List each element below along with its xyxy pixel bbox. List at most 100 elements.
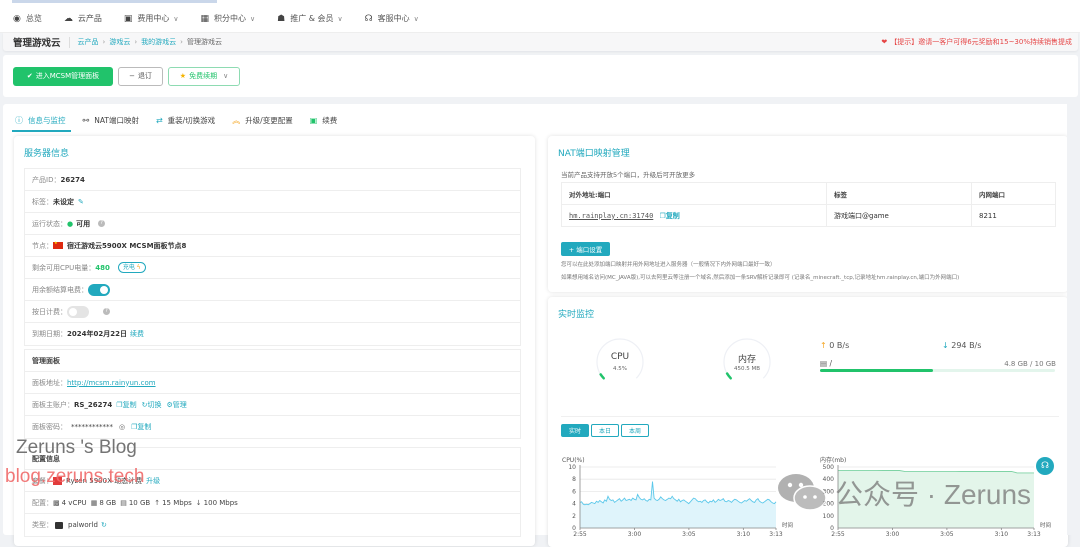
info-row-node: 节点： 宿迁游戏云5900X MCSM面板节点8 xyxy=(25,235,520,257)
chart-title: 内存(mb) xyxy=(820,456,846,464)
range-realtime-button[interactable]: 实时 xyxy=(561,424,589,437)
eye-icon[interactable]: ◎ xyxy=(119,423,125,431)
download-rate-value: 294 B/s xyxy=(951,341,982,350)
nav-label: 费用中心 xyxy=(137,14,170,23)
free-renew-button[interactable]: ★ 免费续期 ∨ xyxy=(168,66,240,86)
charge-label: 充电 xyxy=(122,264,135,271)
copy-label: 复制 xyxy=(137,423,152,431)
users-icon: ☗ xyxy=(277,13,286,24)
tab-nat-mapping[interactable]: ⚯ NAT端口映射 xyxy=(83,110,139,130)
breadcrumb-game-cloud[interactable]: 游戏云 xyxy=(109,37,130,47)
nav-item-support[interactable]: ☊ 客服中心 ∨ xyxy=(365,13,419,24)
heart-icon: ❤ xyxy=(881,38,888,46)
info-row-cpu-power: 剩余可用CPU电量： 480 充电 ϟ xyxy=(25,257,520,279)
nav-item-overview[interactable]: ◉ 总览 xyxy=(13,13,42,24)
nav-label: 积分中心 xyxy=(214,14,247,23)
nat-tag-cell: 游戏端口@game xyxy=(826,204,972,227)
info-row-balance-billing: 用余额结算电费： xyxy=(25,279,520,301)
port-settings-button[interactable]: + 端口设置 xyxy=(561,242,610,256)
unsubscribe-button[interactable]: − 退订 xyxy=(118,66,163,86)
nat-hint-2: 如果想用域名访问(MC_JAVA版),可以去阿里云等注册一个域名,然后添加一条S… xyxy=(561,275,960,281)
copy-address-button[interactable]: ❐复制 xyxy=(660,212,680,220)
nav-item-cloud-products[interactable]: ☁ 云产品 xyxy=(64,13,102,24)
breadcrumb-separator: › xyxy=(102,38,106,46)
panel-address-link[interactable]: http://mcsm.rainyun.com xyxy=(67,379,156,387)
china-flag-icon xyxy=(53,240,63,249)
nat-description: 当前产品支持开放5个端口，升级后可开放更多 xyxy=(561,171,696,179)
y-tick-label: 6 xyxy=(572,488,576,495)
expire-value: 2024年02月22日 xyxy=(67,330,127,338)
watermark-blog-name: Zeruns 's Blog xyxy=(16,437,137,458)
range-today-button[interactable]: 本日 xyxy=(591,424,619,437)
tab-reinstall[interactable]: ⇄ 重装/切换游戏 xyxy=(156,110,215,130)
manage-account-button[interactable]: ⚙管理 xyxy=(166,400,186,410)
charge-button[interactable]: 充电 ϟ xyxy=(117,262,146,273)
nav-item-promotion[interactable]: ☗ 推广 & 会员 ∨ xyxy=(277,13,343,24)
tab-renew[interactable]: ▣ 续费 xyxy=(310,110,338,130)
button-label: 免费续期 xyxy=(189,72,218,80)
minus-icon: − xyxy=(129,72,135,80)
breadcrumb-my-game-cloud[interactable]: 我的游戏云 xyxy=(141,37,176,47)
nat-card: NAT端口映射管理 当前产品支持开放5个端口，升级后可开放更多 对外地址:端口 … xyxy=(548,136,1068,292)
tab-label: 信息与监控 xyxy=(28,115,66,125)
nav-item-points[interactable]: ▦ 积分中心 ∨ xyxy=(201,13,256,24)
help-icon[interactable]: ? xyxy=(98,220,106,227)
upload-rate-value: 0 B/s xyxy=(829,341,850,350)
cpu-gauge-ring xyxy=(596,338,644,380)
nat-address[interactable]: hm.rainplay.cn:31740 xyxy=(569,212,653,220)
nav-label: 客服中心 xyxy=(377,14,410,23)
info-row-panel-account: 面板主账户： RS_26274 ❐复制 ↻切换 ⚙管理 xyxy=(25,394,520,416)
customer-support-button[interactable]: ☊ xyxy=(1036,457,1054,475)
field-label: 节点： xyxy=(32,241,53,250)
promo-tip[interactable]: ❤ 【提示】邀请一客户可得6元奖励和15~30%持续销售提成 xyxy=(881,37,1072,47)
field-label: 面板地址： xyxy=(32,378,67,387)
field-label: 运行状态： xyxy=(32,219,67,228)
memory-gauge-value: 450.5 MB xyxy=(733,366,760,372)
breadcrumb-cloud-products[interactable]: 云产品 xyxy=(78,37,99,47)
tab-label: 重装/切换游戏 xyxy=(167,115,216,125)
upgrade-link[interactable]: 升级 xyxy=(146,476,160,486)
check-circle-icon: ✔ xyxy=(26,72,33,80)
double-chevron-up-icon: ︽ xyxy=(232,115,241,125)
switch-account-button[interactable]: ↻切换 xyxy=(142,400,162,410)
nav-item-billing[interactable]: ▣ 费用中心 ∨ xyxy=(124,13,179,24)
help-icon[interactable]: ? xyxy=(103,308,110,315)
download-rate: ↓ 294 B/s xyxy=(942,341,981,350)
node-value: 宿迁游戏云5900X MCSM面板节点8 xyxy=(67,241,187,250)
field-label: 按日计费： xyxy=(32,307,67,316)
renew-link[interactable]: 续费 xyxy=(130,329,144,339)
field-label: 剩余可用CPU电量： xyxy=(32,263,96,272)
reload-icon[interactable]: ↻ xyxy=(101,521,107,529)
range-week-button[interactable]: 本周 xyxy=(621,424,649,437)
arrow-up-icon: ↑ xyxy=(820,341,827,350)
nat-table-header: 对外地址:端口 标签 内网端口 xyxy=(561,182,1056,205)
tab-upgrade[interactable]: ︽ 升级/变更配置 xyxy=(232,110,293,130)
game-icon xyxy=(55,521,63,529)
field-label: 配置： xyxy=(32,498,53,507)
edit-icon[interactable]: ✎ xyxy=(78,198,84,206)
copy-account-button[interactable]: ❐复制 xyxy=(116,400,136,410)
nav-label: 总览 xyxy=(25,14,42,23)
chevron-down-icon: ∨ xyxy=(223,72,229,80)
tab-info-monitor[interactable]: ⓘ 信息与监控 xyxy=(12,110,70,132)
field-label: 用余额结算电费： xyxy=(32,285,88,294)
nav-label: 云产品 xyxy=(77,14,102,23)
copy-password-button[interactable]: ❐复制 xyxy=(131,422,151,432)
daily-billing-toggle[interactable] xyxy=(67,305,89,318)
col-header-port: 内网端口 xyxy=(971,182,1056,205)
tab-bar: ⓘ 信息与监控 ⚯ NAT端口映射 ⇄ 重装/切换游戏 ︽ 升级/变更配置 ▣ … xyxy=(12,110,354,132)
copy-label: 复制 xyxy=(665,211,680,220)
chevron-down-icon: ∨ xyxy=(337,14,343,23)
balance-billing-toggle[interactable] xyxy=(88,283,110,296)
top-strip-fade xyxy=(12,0,217,3)
x-axis-label: 时间 xyxy=(782,521,793,529)
button-label: 进入MCSM管理面板 xyxy=(35,72,100,80)
enter-mcsm-panel-button[interactable]: ✔ 进入MCSM管理面板 xyxy=(13,66,113,86)
billing-icon: ▣ xyxy=(123,13,133,24)
field-label: 到期日期： xyxy=(32,330,67,338)
main-panel: ⓘ 信息与监控 ⚯ NAT端口映射 ⇄ 重装/切换游戏 ︽ 升级/变更配置 ▣ … xyxy=(3,104,1078,547)
cpu-value: 4 vCPU xyxy=(61,498,87,507)
upload-value: 15 Mbps xyxy=(162,498,192,507)
tab-label: 升级/变更配置 xyxy=(245,115,293,125)
chevron-down-icon: ∨ xyxy=(173,14,179,23)
